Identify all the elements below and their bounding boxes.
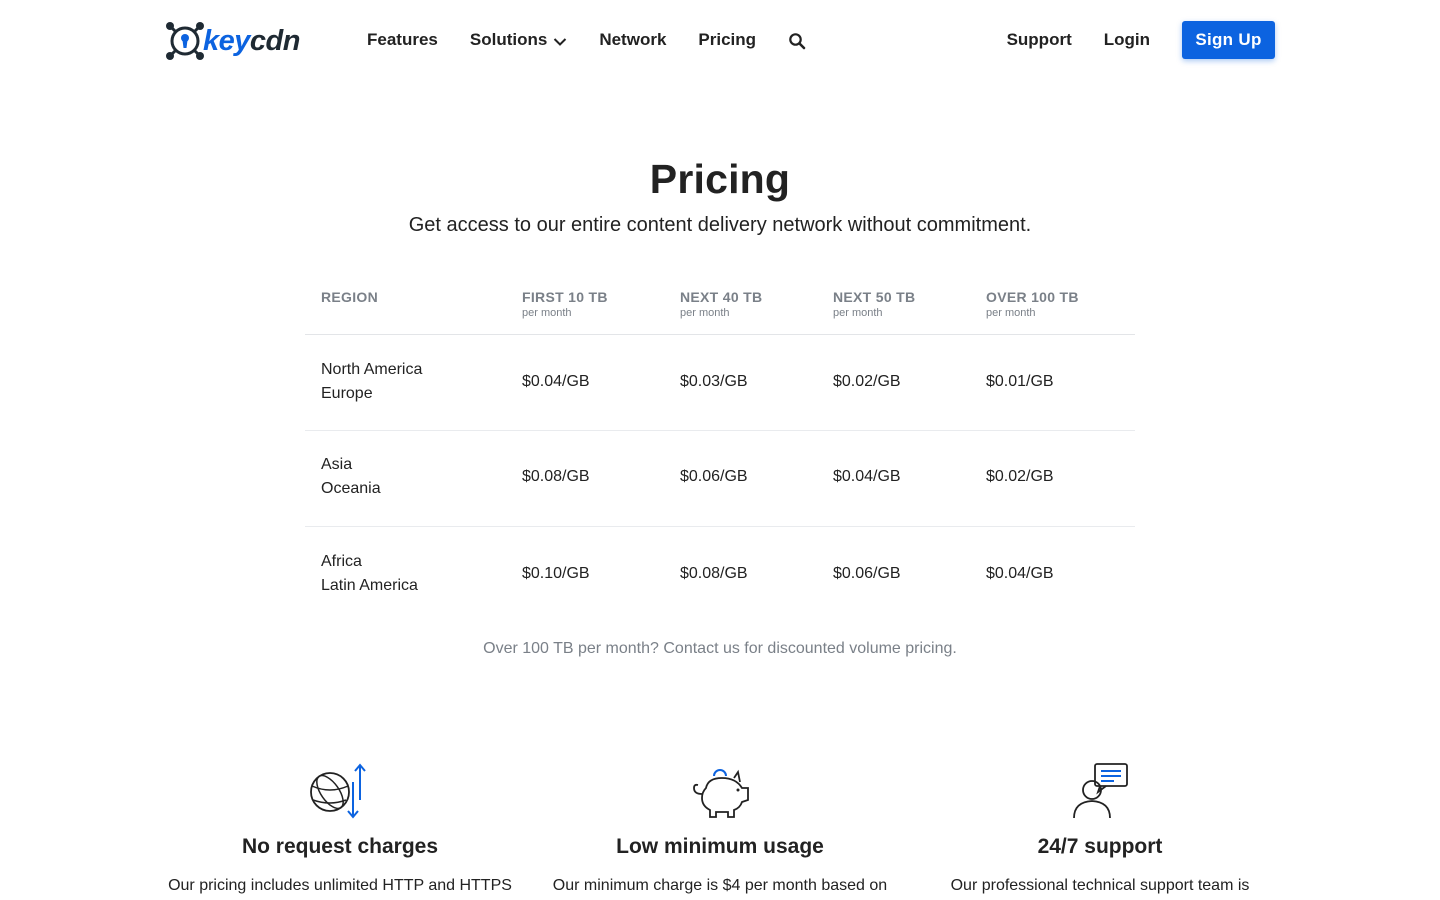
piggy-bank-icon [693, 769, 749, 818]
price-cell: $0.08/GB [680, 565, 748, 582]
nav-solutions-label: Solutions [469, 30, 548, 49]
feature-description: Our minimum charge is $4 per month based… [552, 877, 888, 894]
price-cell: $0.06/GB [833, 565, 901, 582]
price-cell: $0.02/GB [833, 373, 901, 390]
region-name: Africa [321, 553, 362, 570]
price-cell: $0.01/GB [986, 373, 1054, 390]
pricing-table: REGION FIRST 10 TB per month NEXT 40 TB … [305, 280, 1135, 623]
column-header-label: REGION [321, 289, 379, 305]
price-cell: $0.10/GB [522, 565, 590, 582]
table-row: Africa Latin America $0.10/GB $0.08/GB $… [305, 527, 1135, 623]
column-header-label: NEXT 50 TB [833, 289, 916, 305]
column-header-sublabel: per month [522, 307, 572, 319]
nav-features[interactable]: Features [367, 30, 438, 50]
table-header: REGION FIRST 10 TB per month NEXT 40 TB … [305, 280, 1135, 335]
feature-title: 24/7 support [1037, 835, 1163, 858]
price-cell: $0.02/GB [986, 468, 1054, 485]
site-header: keycdn Features Solutions Network Pricin… [0, 0, 1440, 80]
column-header-next-40tb: NEXT 40 TB per month [680, 289, 762, 319]
main-nav: Features Solutions Network Pricing [367, 30, 806, 50]
search-icon[interactable] [788, 32, 806, 50]
page-title: Pricing [649, 156, 791, 202]
keycdn-logo[interactable]: keycdn [165, 20, 300, 62]
column-header-sublabel: per month [680, 307, 730, 319]
column-header-over-100tb: OVER 100 TB per month [986, 289, 1079, 319]
price-cell: $0.04/GB [522, 373, 590, 390]
account-nav: Support Login Sign Up [1007, 21, 1275, 59]
region-name: Europe [321, 385, 373, 402]
price-cell: $0.04/GB [833, 468, 901, 485]
keycdn-logo-icon [166, 22, 204, 60]
column-header-sublabel: per month [833, 307, 883, 319]
region-name: Latin America [321, 577, 418, 594]
column-header-first-10tb: FIRST 10 TB per month [522, 289, 608, 319]
column-header-next-50tb: NEXT 50 TB per month [833, 289, 915, 319]
nav-solutions[interactable]: Solutions [470, 30, 567, 50]
region-cell: Africa Latin America [321, 550, 418, 598]
region-name: Asia [321, 456, 353, 473]
globe-transfer-icon [310, 763, 366, 819]
logo-wordmark: keycdn [203, 24, 300, 57]
column-header-label: FIRST 10 TB [522, 289, 608, 305]
column-header-region: REGION [321, 289, 378, 305]
nav-pricing[interactable]: Pricing [698, 30, 756, 50]
column-header-label: NEXT 40 TB [680, 289, 763, 305]
price-cell: $0.06/GB [680, 468, 748, 485]
chevron-down-icon [554, 37, 567, 46]
feature-no-request-charges: No request charges Our pricing includes … [150, 760, 530, 895]
feature-description: Our professional technical support team … [950, 877, 1250, 894]
feature-low-minimum-usage: Low minimum usage Our minimum charge is … [530, 760, 910, 895]
nav-network[interactable]: Network [599, 30, 666, 50]
region-cell: North America Europe [321, 358, 422, 406]
column-header-label: OVER 100 TB [986, 289, 1079, 305]
nav-login[interactable]: Login [1104, 30, 1150, 50]
region-name: North America [321, 361, 423, 378]
region-cell: Asia Oceania [321, 453, 381, 501]
price-cell: $0.08/GB [522, 468, 590, 485]
price-cell: $0.03/GB [680, 373, 748, 390]
feature-description: Our pricing includes unlimited HTTP and … [168, 877, 512, 894]
column-header-sublabel: per month [986, 307, 1036, 319]
nav-support[interactable]: Support [1007, 30, 1072, 50]
feature-title: No request charges [241, 835, 439, 858]
page-subtitle: Get access to our entire content deliver… [408, 214, 1032, 236]
table-row: North America Europe $0.04/GB $0.03/GB $… [305, 335, 1135, 431]
table-row: Asia Oceania $0.08/GB $0.06/GB $0.04/GB … [305, 431, 1135, 527]
feature-title: Low minimum usage [616, 835, 824, 858]
sign-up-button[interactable]: Sign Up [1182, 21, 1275, 59]
price-cell: $0.04/GB [986, 565, 1054, 582]
feature-24-7-support: 24/7 support Our professional technical … [910, 760, 1290, 895]
support-chat-icon [1073, 763, 1128, 819]
volume-pricing-note: Over 100 TB per month? Contact us for di… [483, 640, 957, 657]
region-name: Oceania [321, 480, 381, 497]
